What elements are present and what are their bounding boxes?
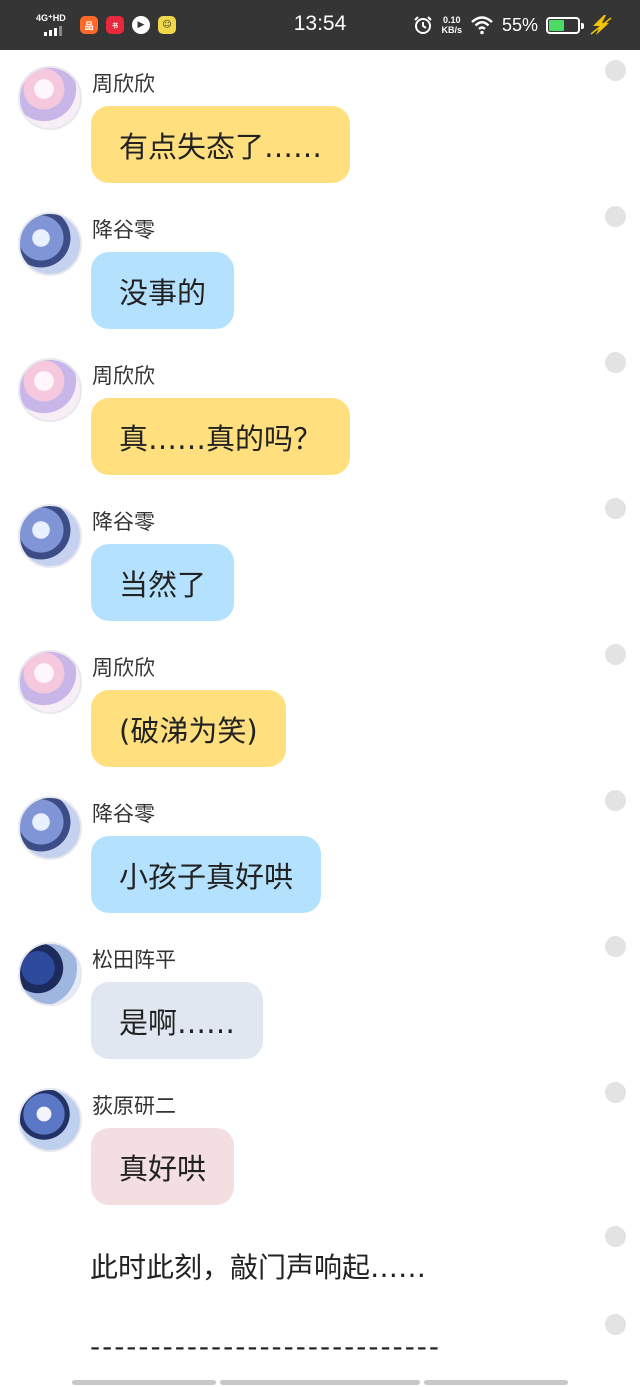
sender-name: 周欣欣 [92, 364, 155, 388]
select-dot-icon[interactable] [605, 790, 626, 811]
avatar[interactable] [18, 66, 82, 130]
select-dot-icon[interactable] [605, 60, 626, 81]
avatar[interactable] [18, 1088, 82, 1152]
select-dot-icon[interactable] [605, 644, 626, 665]
sender-name: 降谷零 [92, 802, 155, 826]
battery-icon [546, 16, 584, 34]
wifi-icon [471, 16, 493, 35]
select-dot-icon[interactable] [605, 498, 626, 519]
message-bubble[interactable]: (破涕为笑) [91, 690, 286, 767]
avatar[interactable] [18, 650, 82, 714]
charging-bolt-icon [590, 15, 612, 35]
alarm-icon [414, 16, 433, 34]
message-bubble[interactable]: 是啊…… [91, 982, 264, 1059]
battery-percent: 55% [501, 14, 538, 35]
select-dot-icon[interactable] [605, 936, 626, 957]
message-bubble[interactable]: 真……真的吗？ [91, 398, 351, 475]
narration-text[interactable]: 此时此刻，敲门声响起…… [90, 1246, 426, 1286]
message-bubble[interactable]: 有点失态了…… [91, 106, 351, 183]
speed-unit: KB/s [441, 25, 462, 35]
message-bubble[interactable]: 没事的 [91, 252, 235, 329]
scroll-indicator [424, 1380, 568, 1385]
scroll-indicator [72, 1380, 216, 1385]
avatar[interactable] [18, 358, 82, 422]
sender-name: 周欣欣 [92, 72, 155, 96]
avatar[interactable] [18, 942, 82, 1006]
select-dot-icon[interactable] [605, 1082, 626, 1103]
avatar[interactable] [18, 212, 82, 276]
network-speed: 0.10 KB/s [441, 15, 462, 35]
sender-name: 降谷零 [92, 510, 155, 534]
select-dot-icon[interactable] [605, 352, 626, 373]
select-dot-icon[interactable] [605, 1226, 626, 1247]
sender-name: 松田阵平 [92, 948, 176, 972]
sender-name: 周欣欣 [92, 656, 155, 680]
scroll-indicator [220, 1380, 420, 1385]
select-dot-icon[interactable] [605, 1314, 626, 1335]
message-bubble[interactable]: 当然了 [91, 544, 235, 621]
select-dot-icon[interactable] [605, 206, 626, 227]
status-bar: 4G⁺HD 品 书 ▶ ☺ 13:54 0.10 KB/s 55% [0, 0, 640, 50]
battery-level [549, 19, 565, 31]
message-bubble[interactable]: 小孩子真好哄 [91, 836, 322, 913]
status-right: 0.10 KB/s 55% [413, 12, 614, 38]
sender-name: 荻原研二 [92, 1094, 176, 1118]
divider-line: ----------------------------- [90, 1330, 442, 1363]
avatar[interactable] [18, 796, 82, 860]
avatar[interactable] [18, 504, 82, 568]
sender-name: 降谷零 [92, 218, 155, 242]
speed-value: 0.10 [442, 15, 461, 25]
message-bubble[interactable]: 真好哄 [91, 1128, 235, 1205]
